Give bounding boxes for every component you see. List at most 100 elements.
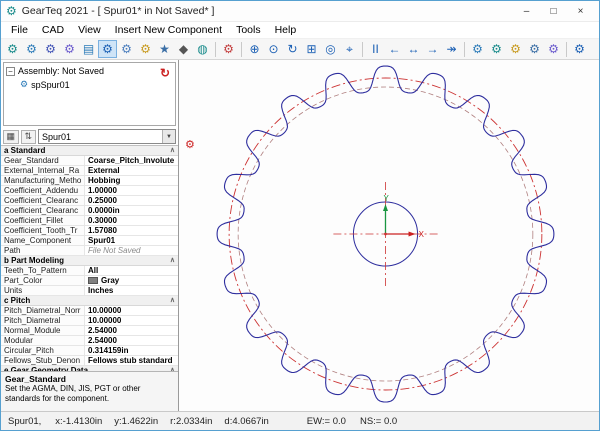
step-back-button[interactable]: ← xyxy=(385,40,404,58)
property-value[interactable]: 0.0000in xyxy=(85,206,178,215)
property-row[interactable]: Coefficient_Fillet0.30000 xyxy=(1,216,178,226)
property-value[interactable]: 1.00000 xyxy=(85,186,178,195)
drawing-canvas[interactable]: YX⚙ xyxy=(179,60,599,411)
zoom-gear-tool[interactable]: ⌖ xyxy=(340,40,359,58)
toolbar-separator xyxy=(362,42,363,57)
property-value[interactable]: 0.314159in xyxy=(85,346,178,355)
property-value[interactable]: Spur01 xyxy=(85,236,178,245)
property-row[interactable]: Part_ColorGray xyxy=(1,276,178,286)
helical-gear-tool[interactable]: ⚙ xyxy=(41,40,60,58)
refresh-icon[interactable]: ↻ xyxy=(160,66,170,80)
measure-pins-tool[interactable]: ⊙ xyxy=(264,40,283,58)
reverse-play-button[interactable]: ↔ xyxy=(404,40,423,58)
property-value[interactable]: 1.57080 xyxy=(85,226,178,235)
property-row[interactable]: Pitch_Diametral10.00000 xyxy=(1,316,178,326)
property-value[interactable]: Inches xyxy=(85,286,178,295)
chevron-down-icon[interactable]: ▼ xyxy=(162,130,175,143)
menu-item-help[interactable]: Help xyxy=(268,23,304,37)
property-row[interactable]: Pitch_Diametral_Norr10.00000 xyxy=(1,306,178,316)
mesh-pair-tool[interactable]: ⚙ xyxy=(219,40,238,58)
collapse-chevron-icon[interactable]: ∧ xyxy=(170,146,175,155)
position-tool[interactable]: ⊞ xyxy=(302,40,321,58)
window-controls: – □ × xyxy=(513,2,594,21)
report-tool[interactable]: ⚙ xyxy=(506,40,525,58)
property-row[interactable]: External_Internal_RaExternal xyxy=(1,166,178,176)
menu-item-insert-new-component[interactable]: Insert New Component xyxy=(108,23,229,37)
spline-shaft-tool[interactable]: ◆ xyxy=(174,40,193,58)
title-bar[interactable]: ⚙ GearTeq 2021 - [ Spur01* in Not Saved*… xyxy=(1,1,599,22)
collapse-chevron-icon[interactable]: ∧ xyxy=(170,296,175,305)
property-row[interactable]: Circular_Pitch0.314159in xyxy=(1,346,178,356)
property-value[interactable]: External xyxy=(85,166,178,175)
tree-expander-icon[interactable]: − xyxy=(6,67,15,76)
property-value[interactable]: Hobbing xyxy=(85,176,178,185)
property-row[interactable]: Coefficient_Addendu1.00000 xyxy=(1,186,178,196)
property-value[interactable]: Gray xyxy=(85,276,178,285)
alphabetical-sort-button[interactable]: ⇅ xyxy=(21,130,37,144)
gear-train-tool[interactable]: ⚙ xyxy=(136,40,155,58)
worm-gear-tool[interactable]: ⚙ xyxy=(3,40,22,58)
export-drawing-tool[interactable]: ⚙ xyxy=(487,40,506,58)
property-row[interactable]: Coefficient_Tooth_Tr1.57080 xyxy=(1,226,178,236)
component-combo-input[interactable] xyxy=(39,130,162,143)
timing-pulley-tool[interactable]: ◍ xyxy=(193,40,212,58)
minimize-button[interactable]: – xyxy=(513,2,540,21)
animation-tool[interactable]: ◎ xyxy=(321,40,340,58)
property-value[interactable]: Coarse_Pitch_Involute xyxy=(85,156,178,165)
property-row[interactable]: UnitsInches xyxy=(1,286,178,296)
pause-button[interactable]: II xyxy=(366,40,385,58)
go-end-button[interactable]: ↠ xyxy=(442,40,461,58)
tree-node-spur01[interactable]: ⚙ spSpur01 xyxy=(20,79,173,90)
tree-node-assembly[interactable]: − Assembly: Not Saved xyxy=(6,66,173,76)
internal-gear-tool[interactable]: ⚙ xyxy=(117,40,136,58)
property-category[interactable]: a Standard ∧ xyxy=(1,146,178,156)
property-value[interactable]: All xyxy=(85,266,178,275)
property-value[interactable]: File Not Saved xyxy=(85,246,178,255)
export-cad-tool[interactable]: ⚙ xyxy=(468,40,487,58)
property-category[interactable]: b Part Modeling∧ xyxy=(1,256,178,266)
component-combo-box: ▼ xyxy=(38,129,176,144)
sprocket-tool[interactable]: ★ xyxy=(155,40,174,58)
menu-item-cad[interactable]: CAD xyxy=(35,23,71,37)
property-value[interactable]: 0.25000 xyxy=(85,196,178,205)
spur-gear-tool[interactable]: ⚙ xyxy=(98,40,117,58)
property-row[interactable]: Fellows_Stub_DenonFellows stub standard xyxy=(1,356,178,366)
property-value[interactable]: 2.54000 xyxy=(85,326,178,335)
maximize-button[interactable]: □ xyxy=(540,2,567,21)
property-grid[interactable]: a Standard∧Gear_StandardCoarse_Pitch_Inv… xyxy=(1,145,178,371)
property-row[interactable]: Teeth_To_PatternAll xyxy=(1,266,178,276)
property-name: Modular xyxy=(1,336,85,345)
close-button[interactable]: × xyxy=(567,2,594,21)
menu-item-file[interactable]: File xyxy=(4,23,35,37)
help-gear-tool[interactable]: ⚙ xyxy=(570,40,589,58)
property-row[interactable]: PathFile Not Saved xyxy=(1,246,178,256)
property-value[interactable]: 0.30000 xyxy=(85,216,178,225)
property-row[interactable]: Coefficient_Clearanc0.0000in xyxy=(1,206,178,216)
collapse-chevron-icon[interactable]: ∧ xyxy=(170,256,175,265)
gear-drawing[interactable]: YX⚙ xyxy=(179,60,599,411)
property-value[interactable]: Fellows stub standard xyxy=(85,356,178,365)
rack-pinion-tool[interactable]: ▤ xyxy=(79,40,98,58)
property-name: Fellows_Stub_Denon xyxy=(1,356,85,365)
property-row[interactable]: Name_ComponentSpur01 xyxy=(1,236,178,246)
bevel-gear-tool[interactable]: ⚙ xyxy=(60,40,79,58)
menu-item-view[interactable]: View xyxy=(71,23,108,37)
rotate-gear-tool[interactable]: ↻ xyxy=(283,40,302,58)
property-category[interactable]: c Pitch∧ xyxy=(1,296,178,306)
property-row[interactable]: Coefficient_Clearanc0.25000 xyxy=(1,196,178,206)
property-value[interactable]: 2.54000 xyxy=(85,336,178,345)
property-row[interactable]: Normal_Module2.54000 xyxy=(1,326,178,336)
property-value[interactable]: 10.00000 xyxy=(85,316,178,325)
database-tool[interactable]: ⚙ xyxy=(525,40,544,58)
property-row[interactable]: Modular2.54000 xyxy=(1,336,178,346)
category-label: a Standard xyxy=(4,146,45,155)
property-row[interactable]: Gear_StandardCoarse_Pitch_Involute xyxy=(1,156,178,166)
categorized-view-button[interactable]: ▦ xyxy=(3,130,19,144)
options-tool[interactable]: ⚙ xyxy=(544,40,563,58)
menu-item-tools[interactable]: Tools xyxy=(229,23,268,37)
center-distance-tool[interactable]: ⊕ xyxy=(245,40,264,58)
property-row[interactable]: Manufacturing_MethoHobbing xyxy=(1,176,178,186)
step-forward-button[interactable]: → xyxy=(423,40,442,58)
property-value[interactable]: 10.00000 xyxy=(85,306,178,315)
cross-gear-tool[interactable]: ⚙ xyxy=(22,40,41,58)
